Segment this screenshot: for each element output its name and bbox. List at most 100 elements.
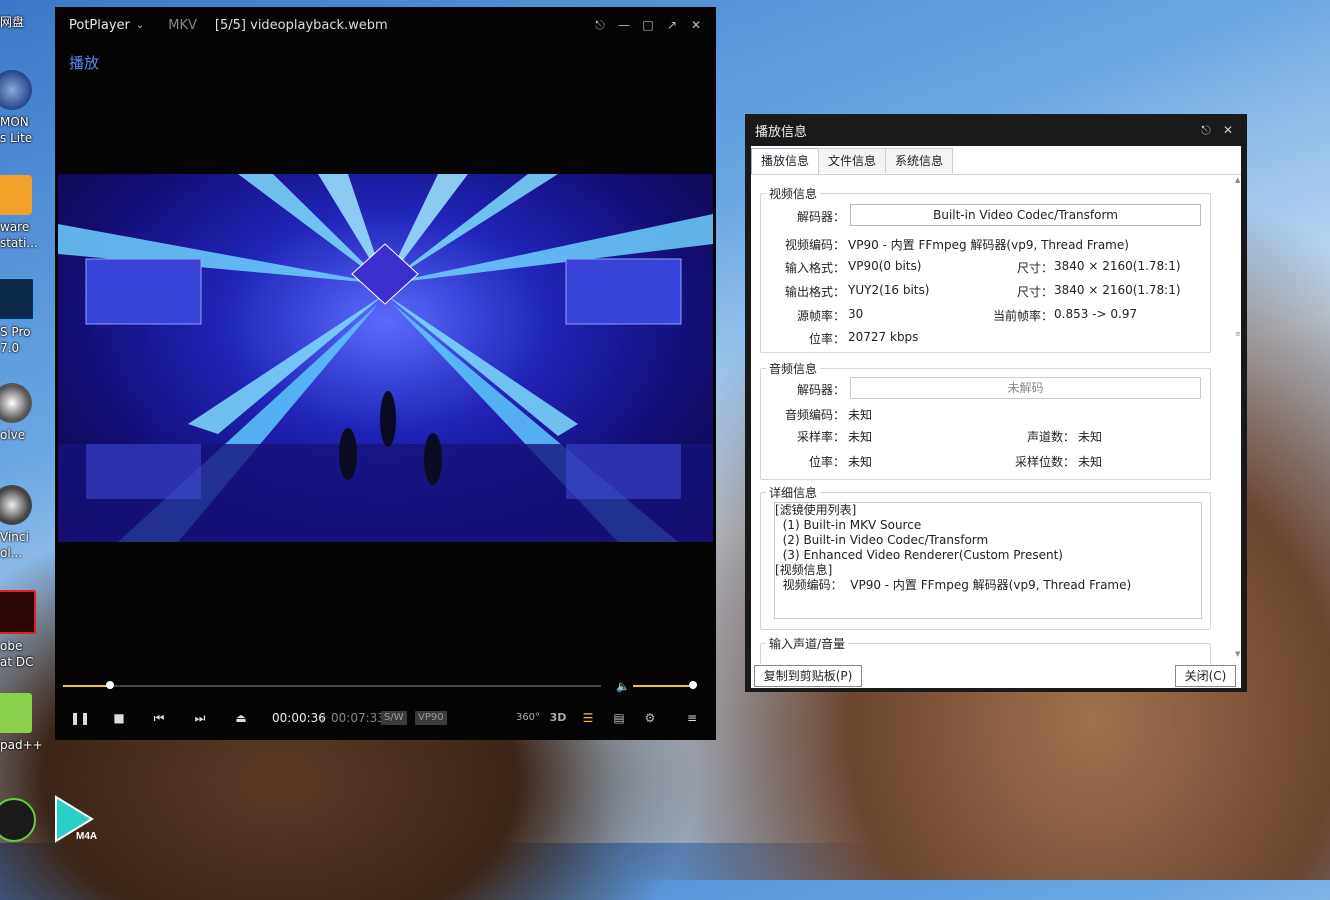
volume-slider[interactable] <box>633 681 698 689</box>
group-title: 详细信息 <box>766 484 821 501</box>
input-channel-group: 输入声道/音量 <box>760 635 1211 664</box>
playlist-search-icon[interactable]: ☰ <box>579 707 597 729</box>
desktop-icon-davinci[interactable]: Vinci ol... <box>0 485 56 561</box>
acrobat-icon <box>0 590 36 634</box>
source-fps-value: 30 <box>848 307 864 321</box>
video-bitrate-value: 20727 kbps <box>848 330 919 344</box>
tab-strip: 播放信息 文件信息 系统信息 <box>751 148 954 175</box>
next-icon[interactable]: ⏭ <box>192 707 208 729</box>
audio-decoder-field[interactable]: 未解码 <box>850 377 1201 399</box>
group-title: 音频信息 <box>766 360 821 377</box>
desktop-icon-netdisk[interactable]: 网盘 <box>0 14 56 30</box>
audio-bitrate-value: 未知 <box>848 455 873 469</box>
audio-decoder-label: 解码器： <box>796 383 845 397</box>
sample-bits-value: 未知 <box>1078 455 1103 469</box>
scrollbar[interactable]: ▲ ≡ ▼ <box>1235 176 1241 658</box>
dialog-title-buttons: ⎋ ✕ <box>1195 123 1239 138</box>
details-textbox[interactable]: [滤镜使用列表] (1) Built-in MKV Source (2) Bui… <box>774 502 1202 619</box>
desktop-icon-mon[interactable]: MON s Lite <box>0 70 56 146</box>
audio-info-group: 音频信息 解码器： 未解码 音频编码： 未知 采样率： 未知 声道数： 未知 位… <box>760 360 1211 480</box>
performer-shape <box>380 391 396 447</box>
detail-line: (3) Enhanced Video Renderer(Custom Prese… <box>775 548 1063 562</box>
group-title: 输入声道/音量 <box>766 635 849 652</box>
desktop-icon-label: s Lite <box>0 131 33 145</box>
pin-icon[interactable]: ⎋ <box>588 18 612 33</box>
maximize-icon[interactable]: □ <box>636 18 660 33</box>
current-time: 00:00:36 <box>272 711 326 725</box>
fullscreen-icon[interactable]: ↗ <box>660 18 684 33</box>
sw-badge[interactable]: S/W <box>381 711 407 725</box>
pause-icon[interactable]: ❚❚ <box>70 707 90 729</box>
video-codec-label: 视频编码： <box>784 238 845 252</box>
desktop-icon-vmware[interactable]: ware stati... <box>0 175 56 251</box>
desktop-icon-label: at DC <box>0 655 34 669</box>
channels-value: 未知 <box>1078 430 1103 444</box>
desktop-icon-bottom[interactable] <box>0 798 56 846</box>
volume-fill <box>633 685 694 687</box>
desktop-icon-label: Vinci <box>0 530 29 544</box>
output-size-value: 3840 × 2160(1.78:1) <box>1054 283 1181 297</box>
detail-line: 视频编码： VP90 - 内置 FFmpeg 解码器(vp9, Thread F… <box>775 578 1132 592</box>
desktop-icon-label: ware <box>0 220 30 234</box>
details-group: 详细信息 [滤镜使用列表] (1) Built-in MKV Source (2… <box>760 484 1211 630</box>
resolve-icon <box>0 383 32 423</box>
previous-icon[interactable]: ⏮ <box>151 707 167 729</box>
current-fps-value: 0.853 -> 0.97 <box>1054 307 1138 321</box>
app-brand-menu[interactable]: PotPlayer <box>69 18 130 33</box>
codec-badge[interactable]: VP90 <box>415 711 447 725</box>
output-format-label: 输出格式： <box>784 285 845 299</box>
total-time: 00:07:33 <box>331 711 385 725</box>
m4a-file-icon[interactable]: M4A <box>52 795 98 843</box>
tab-system-info[interactable]: 系统信息 <box>885 148 954 173</box>
detail-line: (1) Built-in MKV Source <box>775 518 922 532</box>
seek-bar[interactable] <box>63 681 601 689</box>
desktop-icon-notepadpp[interactable]: pad++ <box>0 693 56 753</box>
desktop-icon-resolve[interactable]: olve <box>0 383 56 443</box>
pin-icon[interactable]: ⎋ <box>1195 123 1217 138</box>
title-bar[interactable]: PotPlayer ⌄ MKV [5/5] videoplayback.webm… <box>55 7 716 43</box>
vr-360-button[interactable]: 360° <box>515 707 541 729</box>
chevron-down-icon[interactable]: ⌄ <box>136 20 144 31</box>
3d-button[interactable]: 3D <box>548 707 568 729</box>
scroll-grip-icon[interactable]: ≡ <box>1235 330 1241 338</box>
scroll-up-icon[interactable]: ▲ <box>1235 176 1240 184</box>
samplerate-value: 未知 <box>848 430 873 444</box>
play-menu[interactable]: 播放 <box>69 52 99 73</box>
audio-bitrate-label: 位率： <box>808 455 845 469</box>
close-icon[interactable]: ✕ <box>684 18 708 33</box>
left-screen <box>85 258 202 325</box>
scroll-down-icon[interactable]: ▼ <box>1235 650 1240 658</box>
samplerate-label: 采样率： <box>796 430 845 444</box>
chapter-icon[interactable]: ▤ <box>611 707 627 729</box>
input-size-label: 尺寸： <box>1016 261 1053 275</box>
output-size-label: 尺寸： <box>1016 285 1053 299</box>
app-icon <box>0 798 36 842</box>
source-fps-label: 源帧率： <box>796 309 845 323</box>
tab-file-info[interactable]: 文件信息 <box>818 148 887 173</box>
audio-codec-value: 未知 <box>848 408 873 422</box>
menu-icon[interactable]: ≡ <box>684 707 700 729</box>
eject-icon[interactable]: ⏏ <box>233 707 249 729</box>
video-decoder-field[interactable]: Built-in Video Codec/Transform <box>850 204 1201 226</box>
gear-icon[interactable]: ⚙ <box>642 707 658 729</box>
desktop-icon-acrobat[interactable]: obe at DC <box>0 590 56 670</box>
stop-icon[interactable]: ■ <box>111 707 127 729</box>
dialog-title-bar[interactable]: 播放信息 ⎋ ✕ <box>745 114 1247 146</box>
stage-scene-graphic <box>58 174 713 542</box>
window-buttons: ⎋ — □ ↗ ✕ <box>588 18 708 33</box>
group-title: 视频信息 <box>766 185 821 202</box>
minimize-icon[interactable]: — <box>612 18 636 33</box>
close-icon[interactable]: ✕ <box>1217 123 1239 138</box>
video-frame[interactable] <box>58 174 713 542</box>
volume-handle[interactable] <box>689 681 698 689</box>
copy-to-clipboard-button[interactable]: 复制到剪贴板(P) <box>754 665 862 687</box>
seek-handle[interactable] <box>105 681 114 689</box>
dialog-body: 播放信息 文件信息 系统信息 ▲ ≡ ▼ 视频信息 解码器： Built-in … <box>751 146 1241 688</box>
close-button[interactable]: 关闭(C) <box>1175 665 1236 687</box>
speaker-icon[interactable]: 🔈 <box>616 680 630 693</box>
desktop-icon-pro[interactable]: S Pro 7.0 <box>0 278 56 356</box>
potplayer-window: PotPlayer ⌄ MKV [5/5] videoplayback.webm… <box>55 7 716 740</box>
desktop-icon-label: ol... <box>0 546 23 560</box>
tab-playback-info[interactable]: 播放信息 <box>751 148 820 175</box>
detail-line: [视频信息] <box>775 563 833 577</box>
